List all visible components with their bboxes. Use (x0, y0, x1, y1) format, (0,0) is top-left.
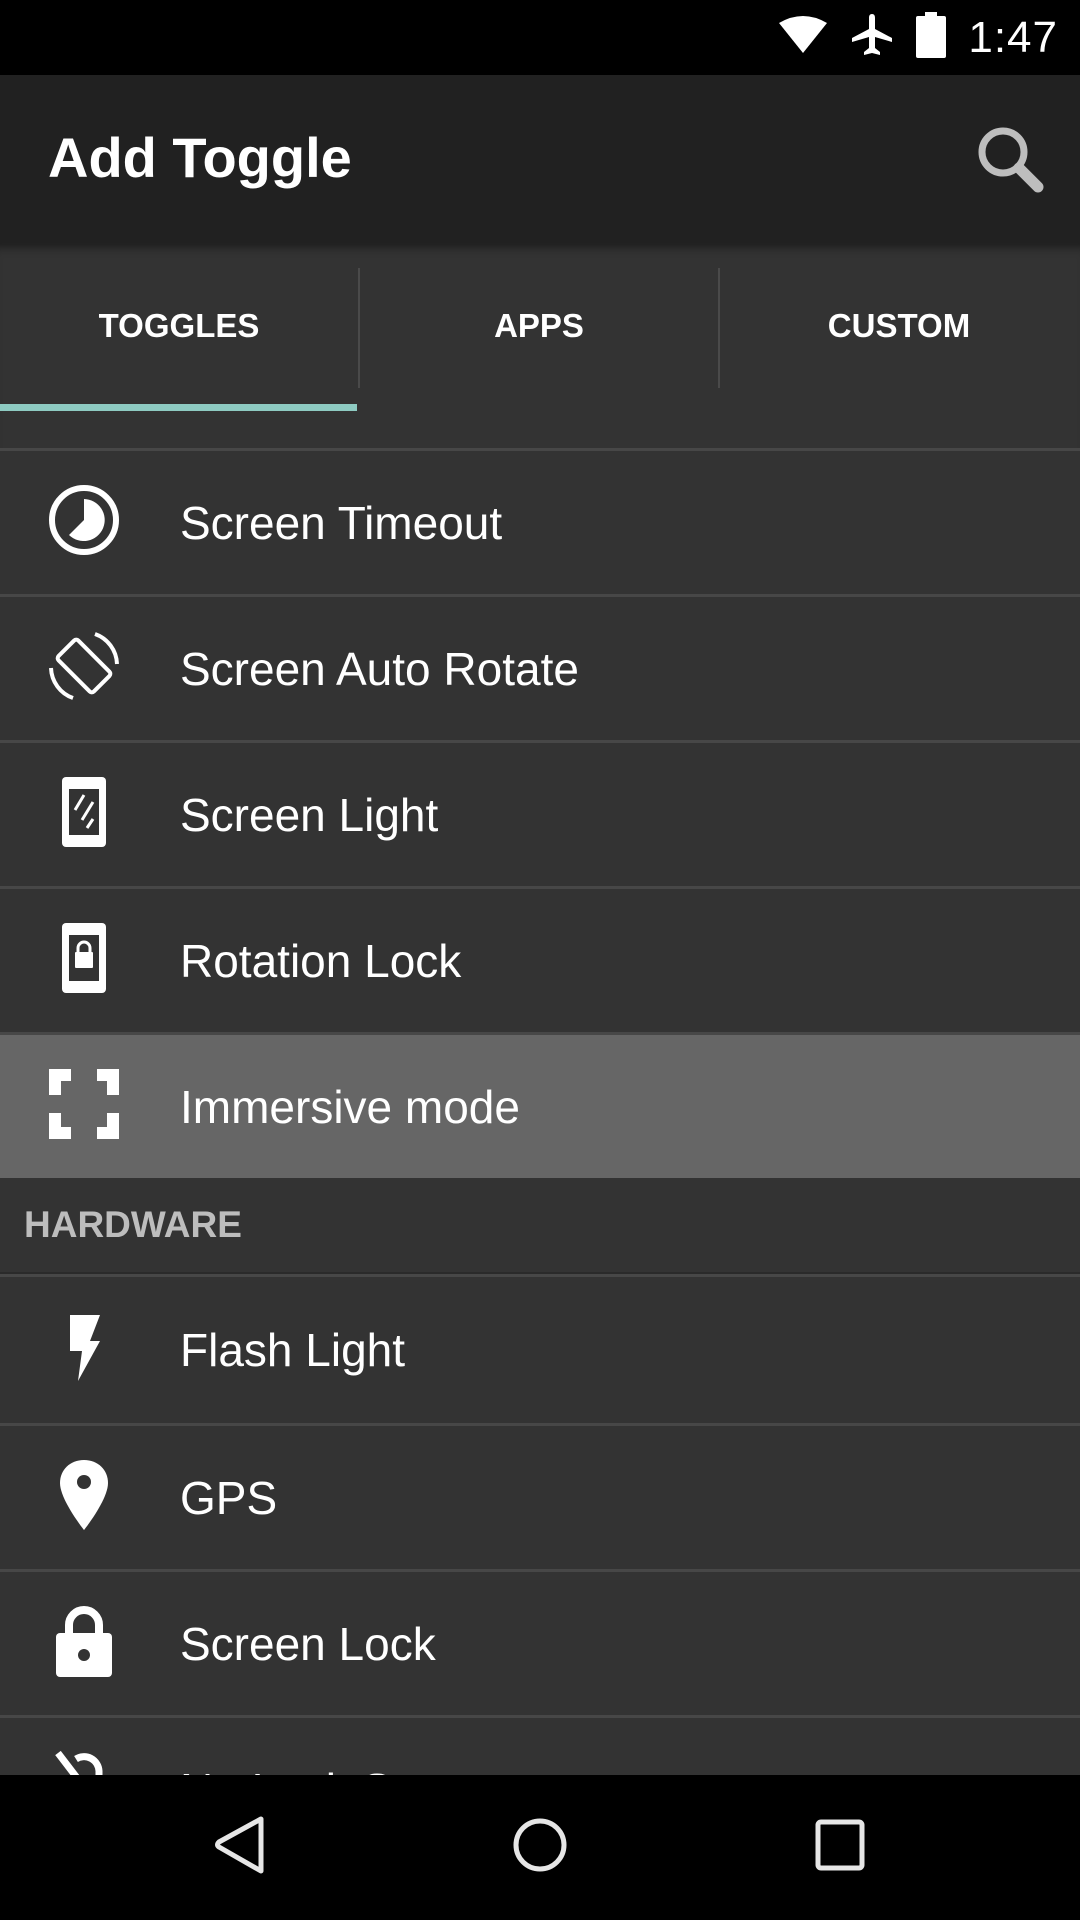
list-item-screen-timeout[interactable]: Screen Timeout (0, 448, 1080, 594)
list-item-flash-light[interactable]: Flash Light (0, 1277, 1080, 1423)
list-item-label: No Lock Screen (180, 1763, 507, 1776)
list-item-screen-light[interactable]: Screen Light (0, 740, 1080, 886)
screen-light-icon (60, 775, 108, 854)
list-item-label: Screen Light (180, 788, 439, 841)
tab-selected-indicator (0, 404, 357, 411)
list-item-label: Screen Auto Rotate (180, 642, 579, 695)
list-item-label: Screen Timeout (180, 496, 503, 549)
list-item-screen-auto-rotate[interactable]: Screen Auto Rotate (0, 594, 1080, 740)
recents-icon (815, 1819, 865, 1876)
home-button[interactable] (470, 1795, 610, 1900)
back-icon (213, 1815, 267, 1880)
list-item-screen-lock[interactable]: Screen Lock (0, 1569, 1080, 1715)
tab-toggles[interactable]: TOGGLES (0, 243, 358, 408)
wifi-icon (778, 15, 828, 60)
search-button[interactable] (970, 121, 1050, 201)
list-item-label: Flash Light (180, 1324, 406, 1376)
toggle-list[interactable]: Screen Timeout Screen Auto Rotate Screen… (0, 448, 1080, 1775)
list-item-label: Screen Lock (180, 1617, 436, 1670)
status-bar: 1:47 (0, 0, 1080, 75)
tab-custom[interactable]: CUSTOM (720, 243, 1078, 408)
status-time: 1:47 (968, 12, 1058, 62)
back-button[interactable] (170, 1795, 310, 1900)
section-header-hardware: HARDWARE (0, 1178, 1080, 1272)
airplane-mode-icon (850, 12, 894, 63)
list-item-label: Rotation Lock (180, 934, 462, 987)
app-bar: Add Toggle (0, 75, 1080, 243)
list-item-label: GPS (180, 1471, 278, 1524)
recents-button[interactable] (770, 1795, 910, 1900)
screen-rotation-icon (47, 629, 121, 708)
no-lock-icon (54, 1749, 114, 1775)
list-item-label: Immersive mode (180, 1080, 520, 1133)
search-icon (974, 123, 1046, 200)
timer-icon (47, 483, 121, 562)
list-item-no-lock-screen[interactable]: No Lock Screen (0, 1715, 1080, 1775)
navigation-bar (0, 1775, 1080, 1920)
fullscreen-icon (47, 1067, 121, 1146)
home-icon (512, 1817, 568, 1878)
location-pin-icon (58, 1458, 110, 1537)
list-item-rotation-lock[interactable]: Rotation Lock (0, 886, 1080, 1032)
page-title: Add Toggle (48, 126, 352, 189)
list-item-gps[interactable]: GPS (0, 1423, 1080, 1569)
rotation-lock-icon (60, 921, 108, 1000)
tab-bar: TOGGLES APPS CUSTOM (0, 243, 1080, 451)
lock-icon (54, 1603, 114, 1684)
battery-icon (916, 12, 947, 63)
list-item-immersive-mode[interactable]: Immersive mode (0, 1032, 1080, 1178)
tab-apps[interactable]: APPS (360, 243, 718, 408)
flash-icon (64, 1313, 104, 1388)
